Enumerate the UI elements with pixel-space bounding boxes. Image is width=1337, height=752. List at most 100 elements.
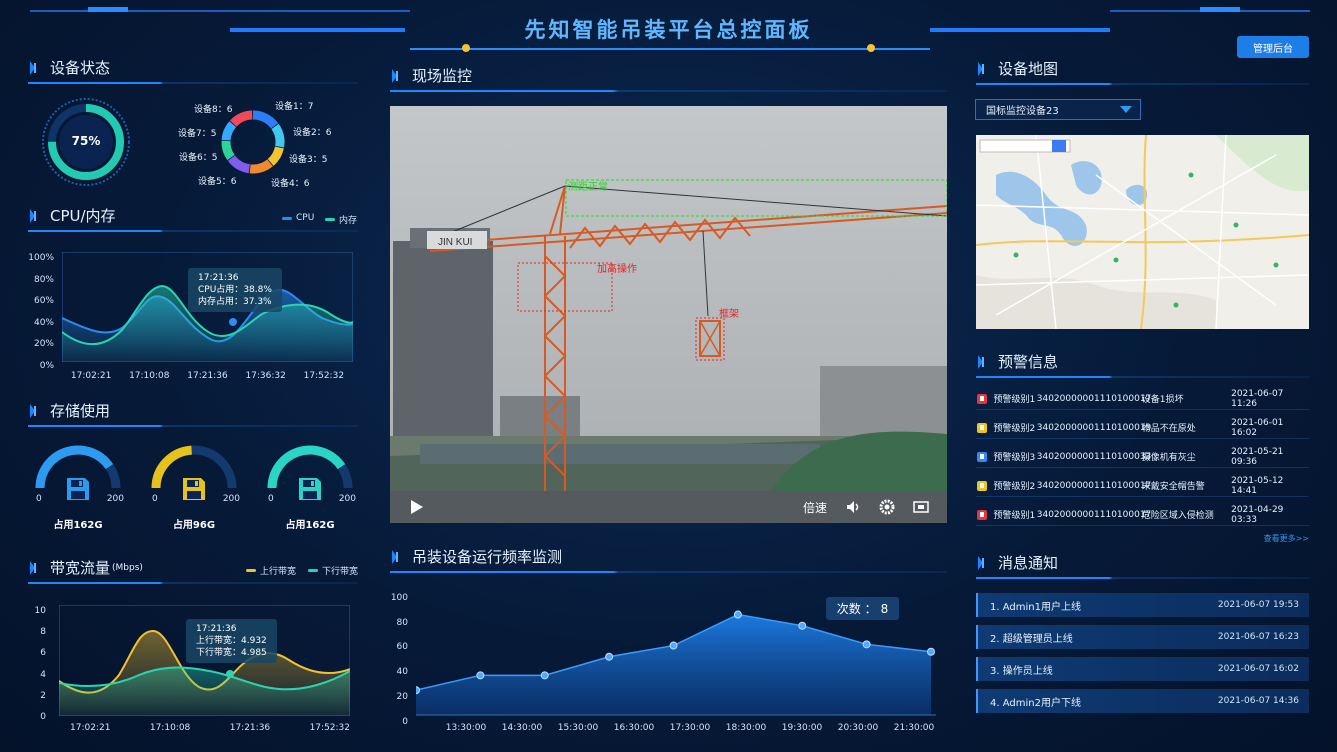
- video-player[interactable]: JIN KUI 测距正常 加高操作 框架 倍速: [390, 106, 947, 523]
- cpu-legend-cpu: CPU: [282, 213, 314, 223]
- section-divider: [28, 425, 358, 427]
- map-header: 设备地图: [978, 58, 1058, 79]
- freq-point: [605, 652, 614, 661]
- storage-caption: 占用162G: [53, 520, 103, 531]
- alert-row[interactable]: 预警级别2 34020000001110100019 物品不在原处 2021-0…: [976, 417, 1309, 439]
- section-arrow-icon: [978, 555, 988, 570]
- cpu-title: CPU/内存: [50, 207, 116, 225]
- section-arrow-icon: [978, 61, 988, 76]
- section-arrow-icon: [30, 403, 40, 418]
- bw-legend-down: 下行带宽: [308, 564, 358, 577]
- storage-min: 0: [36, 494, 42, 504]
- freq-point: [927, 647, 935, 656]
- section-arrow-icon: [978, 354, 988, 369]
- bw-hover-point: [226, 670, 234, 678]
- section-arrow-icon: [392, 68, 402, 83]
- alert-row[interactable]: 预警级别1 34020000001110100017 设备1损坏 2021-06…: [976, 388, 1309, 410]
- bw-xaxis: 17:02:21 17:10:08 17:21:36 17:52:32: [70, 723, 350, 733]
- video-frame: JIN KUI 测距正常 加高操作 框架: [390, 106, 947, 523]
- device-donut-slice: [249, 159, 273, 174]
- section-arrow-icon: [30, 208, 40, 223]
- detect-label-frame: 框架: [719, 307, 739, 320]
- device-label-2: 设备2：6: [293, 128, 332, 138]
- alarm-bell-icon: [977, 480, 987, 491]
- alert-row[interactable]: 预警级别1 34020000001110100017 危险区域入侵检测 2021…: [976, 504, 1309, 526]
- device-label-3: 设备3：5: [289, 155, 328, 165]
- play-icon[interactable]: [408, 499, 424, 515]
- storage-header: 存储使用: [30, 400, 110, 421]
- bandwidth-header: 带宽流量 (Mbps): [30, 557, 143, 578]
- alarm-bell-icon: [977, 451, 987, 462]
- message-row[interactable]: 4. Admin2用户下线 2021-06-07 14:36: [976, 689, 1309, 713]
- map-canvas: [976, 135, 1309, 329]
- freq-x-tick: 19:30:00: [782, 723, 823, 733]
- bw-yaxis: 10 8 6 4 2 0: [34, 606, 46, 723]
- section-arrow-icon: [392, 549, 402, 564]
- device-label-4: 设备4：6: [271, 179, 310, 189]
- message-row[interactable]: 3. 操作员上线 2021-06-07 16:02: [976, 657, 1309, 681]
- freq-area: [416, 614, 931, 715]
- device-status-header: 设备状态: [30, 57, 110, 78]
- playback-speed-button[interactable]: 倍速: [803, 499, 827, 516]
- freq-point: [798, 621, 807, 630]
- freq-point: [540, 671, 549, 680]
- section-divider: [28, 582, 358, 584]
- cpu-hover-point: [229, 318, 237, 326]
- alert-row[interactable]: 预警级别2 34020000001110100017 未戴安全帽告警 2021-…: [976, 475, 1309, 497]
- settings-gear-icon[interactable]: [879, 499, 895, 515]
- alerts-more-link[interactable]: 查看更多>>: [1240, 533, 1309, 544]
- freq-x-tick: 14:30:00: [502, 723, 543, 733]
- page-title: 先知智能吊装平台总控面板: [524, 18, 813, 42]
- device-map[interactable]: [976, 135, 1309, 329]
- storage-min: 0: [268, 494, 274, 504]
- device-percent-value: 75%: [71, 134, 101, 148]
- device-donut-slice: [271, 123, 285, 148]
- volume-icon[interactable]: [845, 499, 861, 515]
- cpu-tooltip: 17:21:36 CPU占用：38.8% 内存占用：37.3%: [188, 268, 282, 312]
- storage-min: 0: [152, 494, 158, 504]
- floppy-disk-icon: [67, 478, 89, 500]
- device-donut-slice: [267, 146, 284, 166]
- alert-row[interactable]: 预警级别3 34020000001110100033 摄像机有灰尘 2021-0…: [976, 446, 1309, 468]
- device-donut-slice: [221, 140, 235, 161]
- cpu-xaxis: 17:02:21 17:10:08 17:21:36 17:36:32 17:52:32: [70, 371, 345, 381]
- storage-caption: 占用162G: [285, 520, 335, 531]
- section-divider: [976, 83, 1309, 85]
- device-label-6: 设备6：5: [179, 153, 218, 163]
- freq-title: 吊装设备运行频率监测: [412, 548, 563, 566]
- bandwidth-tooltip: 17:21:36 上行带宽：4.932 下行带宽：4.985: [186, 619, 277, 663]
- device-donut-slice: [227, 155, 251, 174]
- freq-x-tick: 20:30:00: [838, 723, 879, 733]
- message-row[interactable]: 1. Admin1用户上线 2021-06-07 19:53: [976, 593, 1309, 617]
- freq-point: [733, 610, 742, 619]
- detect-label-operation: 加高操作: [597, 262, 637, 275]
- messages-title: 消息通知: [998, 554, 1059, 572]
- map-title: 设备地图: [998, 60, 1059, 78]
- storage-max: 200: [338, 494, 356, 504]
- freq-yaxis: 100 80 60 40 20 0: [390, 593, 408, 727]
- freq-point: [862, 640, 871, 649]
- cpu-header: CPU/内存: [30, 205, 116, 226]
- storage-gauge-2: 0 200 占用96G: [146, 438, 242, 531]
- section-divider: [390, 571, 947, 573]
- cpu-legend-mem: 内存: [325, 213, 357, 226]
- section-divider: [976, 577, 1309, 579]
- admin-button[interactable]: 管理后台: [1237, 36, 1309, 58]
- device-label-5: 设备5：6: [198, 177, 237, 187]
- device-donut-slice: [221, 121, 237, 141]
- freq-point: [416, 686, 420, 695]
- crane-brand-text: JIN KUI: [438, 237, 472, 248]
- freq-count-badge: 次数 ： 8: [826, 597, 899, 620]
- fullscreen-icon[interactable]: [913, 499, 929, 515]
- section-arrow-icon: [30, 60, 40, 75]
- device-donut-slice: [229, 110, 253, 127]
- messages-header: 消息通知: [978, 552, 1058, 573]
- bw-legend-up: 上行带宽: [246, 564, 296, 577]
- alerts-title: 预警信息: [998, 353, 1059, 371]
- mem-legend-swatch: [325, 218, 335, 221]
- chevron-down-icon: [1120, 106, 1132, 113]
- message-row[interactable]: 2. 超级管理员上线 2021-06-07 16:23: [976, 625, 1309, 649]
- storage-gauge-3: 0 200 占用162G: [262, 438, 358, 531]
- device-select[interactable]: 国标监控设备23: [975, 99, 1141, 120]
- device-donut-slice: [252, 110, 279, 129]
